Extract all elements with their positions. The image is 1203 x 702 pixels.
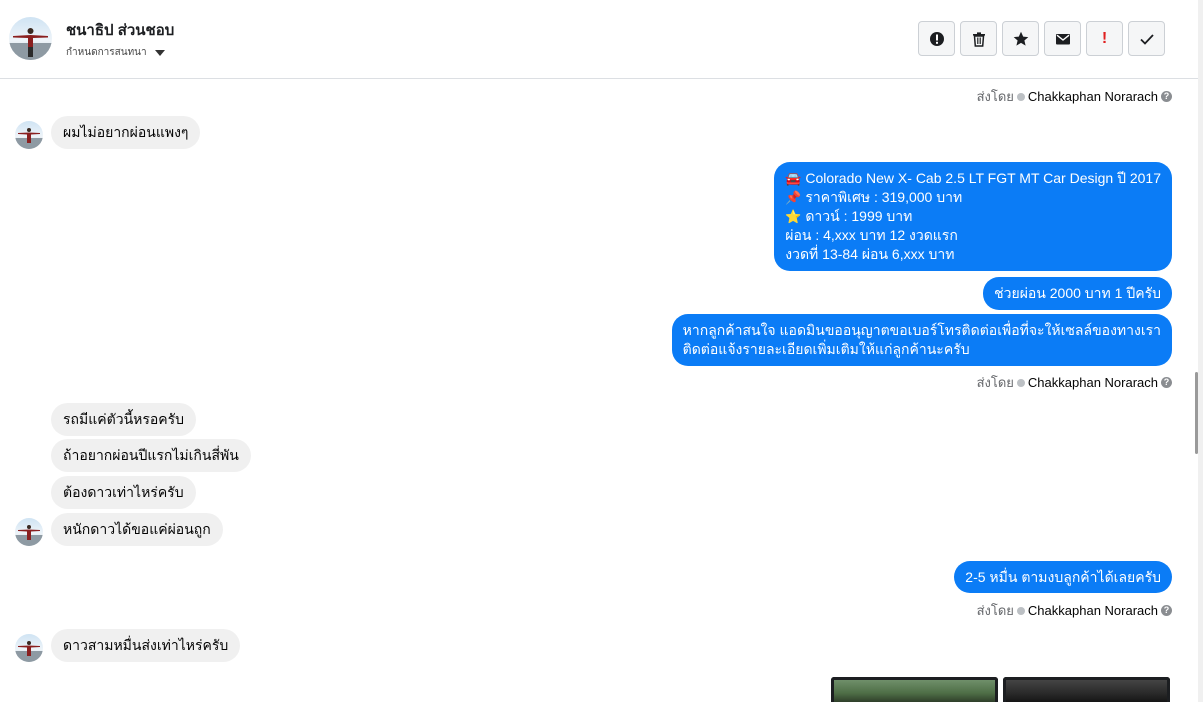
envelope-icon [1055, 33, 1070, 44]
message-outgoing[interactable]: ช่วยผ่อน 2000 บาท 1 ปีครับ [983, 277, 1172, 310]
scrollbar-thumb[interactable] [1195, 372, 1198, 454]
exclamation-icon: ! [1101, 29, 1108, 47]
message-text: ช่วยผ่อน 2000 บาท 1 ปีครับ [994, 285, 1161, 301]
message-line: หากลูกค้าสนใจ แอดมินขออนุญาตขอเบอร์โทรติ… [682, 322, 1161, 338]
conversation-status-dropdown[interactable]: กำหนดการสนทนา [66, 46, 165, 58]
message-text: 2-5 หมื่น ตามงบลูกค้าได้เลยครับ [965, 569, 1161, 585]
message-incoming[interactable]: หนักดาวได้ขอแค่ผ่อนถูก [51, 513, 223, 546]
conversation-status-label: กำหนดการสนทนา [66, 46, 147, 58]
message-line: 🚘 Colorado New X- Cab 2.5 LT FGT MT Car … [785, 170, 1161, 186]
image-attachment-thumbnail[interactable] [1003, 677, 1170, 702]
sent-by-label: ส่งโดย Chakkaphan Norarach ? [977, 600, 1172, 621]
sender-status-icon [1016, 378, 1025, 387]
message-line: ผ่อน : 4,xxx บาท 12 งวดแรก [785, 227, 958, 243]
message-line: งวดที่ 13-84 ผ่อน 6,xxx บาท [785, 246, 955, 262]
sender-name[interactable]: Chakkaphan Norarach [1028, 375, 1158, 390]
conversation-header: ชนาธิป ส่วนชอบ กำหนดการสนทนา ! [0, 0, 1198, 79]
star-icon [1013, 31, 1028, 46]
car-icon: 🚘 [785, 171, 802, 186]
mark-unread-button[interactable] [1044, 21, 1081, 56]
sender-status-icon [1016, 606, 1025, 615]
message-outgoing[interactable]: 🚘 Colorado New X- Cab 2.5 LT FGT MT Car … [774, 162, 1172, 271]
scrollbar-track[interactable] [1198, 0, 1203, 702]
contact-name[interactable]: ชนาธิป ส่วนชอบ [66, 18, 174, 42]
contact-avatar-small[interactable] [15, 634, 43, 662]
sender-status-icon [1016, 92, 1025, 101]
report-spam-button[interactable] [918, 21, 955, 56]
message-incoming[interactable]: ถ้าอยากผ่อนปีแรกไม่เกินสี่พัน [51, 439, 251, 472]
sender-name[interactable]: Chakkaphan Norarach [1028, 603, 1158, 618]
help-icon[interactable]: ? [1161, 605, 1172, 616]
sent-by-prefix: ส่งโดย [976, 89, 1014, 104]
contact-avatar-small[interactable] [15, 518, 43, 546]
mark-done-button[interactable] [1128, 21, 1165, 56]
message-incoming[interactable]: ดาวสามหมื่นส่งเท่าไหร่ครับ [51, 629, 241, 662]
contact-avatar[interactable] [9, 17, 52, 60]
help-icon[interactable]: ? [1161, 91, 1172, 102]
trash-icon [972, 31, 985, 47]
help-icon[interactable]: ? [1161, 377, 1172, 388]
star-button[interactable] [1002, 21, 1039, 56]
star-emoji-icon: ⭐ [785, 209, 802, 224]
message-incoming[interactable]: รถมีแค่ตัวนี้หรอครับ [51, 403, 197, 436]
check-icon [1139, 33, 1154, 45]
sent-by-prefix: ส่งโดย [976, 375, 1014, 390]
delete-button[interactable] [960, 21, 997, 56]
image-attachment-thumbnail[interactable] [831, 677, 998, 702]
message-incoming[interactable]: ผมไม่อยากผ่อนแพงๆ [51, 116, 201, 149]
sent-by-prefix: ส่งโดย [976, 603, 1014, 618]
toolbar: ! [918, 21, 1165, 56]
mark-important-button[interactable]: ! [1086, 21, 1123, 56]
sender-name[interactable]: Chakkaphan Norarach [1028, 89, 1158, 104]
message-line: ⭐ ดาวน์ : 1999 บาท [785, 208, 913, 224]
message-incoming[interactable]: ต้องดาวเท่าไหร่ครับ [51, 476, 196, 509]
message-outgoing[interactable]: หากลูกค้าสนใจ แอดมินขออนุญาตขอเบอร์โทรติ… [671, 314, 1172, 366]
alert-circle-icon [929, 31, 944, 46]
sent-by-label: ส่งโดย Chakkaphan Norarach ? [977, 86, 1172, 107]
contact-avatar-small[interactable] [15, 121, 43, 149]
caret-down-icon [154, 49, 165, 56]
sent-by-label: ส่งโดย Chakkaphan Norarach ? [977, 372, 1172, 393]
message-line: ติดต่อแจ้งรายละเอียดเพิ่มเติมให้แก่ลูกค้… [682, 341, 970, 357]
message-outgoing[interactable]: 2-5 หมื่น ตามงบลูกค้าได้เลยครับ [954, 561, 1172, 593]
message-line: 📌 ราคาพิเศษ : 319,000 บาท [785, 189, 963, 205]
pin-icon: 📌 [785, 190, 802, 205]
